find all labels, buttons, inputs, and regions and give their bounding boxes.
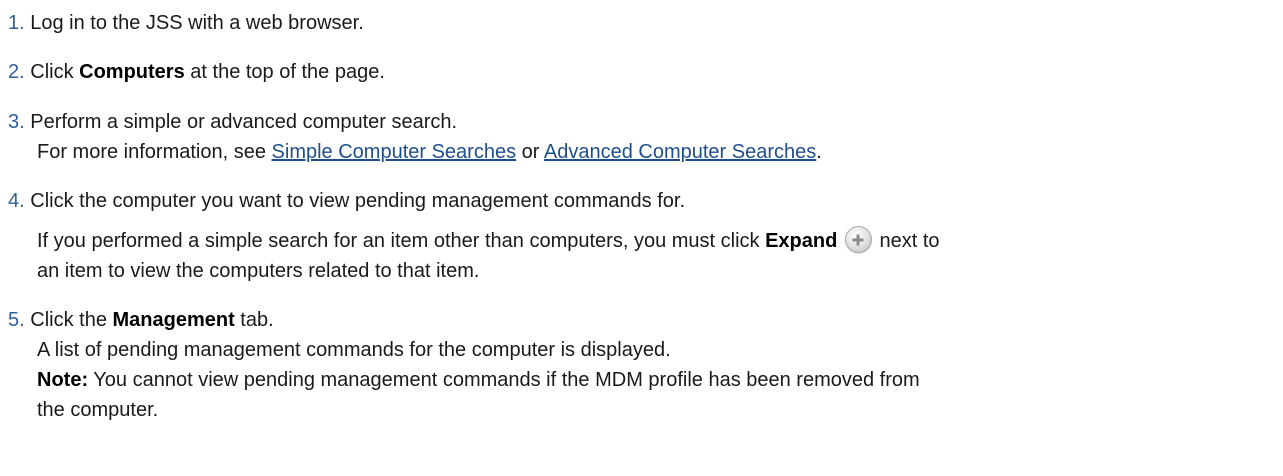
note-text: You cannot view pending management comma… <box>88 369 920 391</box>
step-4-detail: If you performed a simple search for an … <box>8 226 1273 286</box>
ui-term-expand: Expand <box>765 230 838 252</box>
link-simple-computer-searches[interactable]: Simple Computer Searches <box>272 141 517 163</box>
link-advanced-computer-searches[interactable]: Advanced Computer Searches <box>544 141 816 163</box>
step-text: Click the computer you want to view pend… <box>30 190 686 212</box>
detail-line2: an item to view the computers related to… <box>37 260 480 282</box>
step-text-pre: Click <box>30 61 80 83</box>
more-info-mid: or <box>516 141 544 163</box>
step-4: 4. Click the computer you want to view p… <box>8 186 1273 216</box>
step-text-post: tab. <box>234 309 274 331</box>
step-5: 5. Click the Management tab. A list of p… <box>8 305 1273 425</box>
ui-term-management: Management <box>112 309 235 331</box>
detail-post: next to <box>873 230 940 252</box>
step-1: 1. Log in to the JSS with a web browser. <box>8 8 1273 38</box>
step-text: Log in to the JSS with a web browser. <box>30 12 364 34</box>
step-text-post: at the top of the page. <box>184 61 385 83</box>
plus-icon <box>844 226 872 253</box>
step-number: 3. <box>8 111 25 133</box>
step-2: 2. Click Computers at the top of the pag… <box>8 57 1273 87</box>
procedure-steps: 1. Log in to the JSS with a web browser.… <box>0 0 1283 476</box>
step-text-pre: Click the <box>30 309 113 331</box>
note-label: Note: <box>37 369 89 391</box>
more-info-post: . <box>816 141 822 163</box>
more-info-pre: For more information, see <box>37 141 272 163</box>
note-line2: the computer. <box>37 399 159 421</box>
step-number: 5. <box>8 309 25 331</box>
step-3: 3. Perform a simple or advanced computer… <box>8 107 1273 167</box>
ui-term-computers: Computers <box>79 61 185 83</box>
step-result: A list of pending management commands fo… <box>37 339 671 361</box>
step-number: 1. <box>8 12 25 34</box>
note: Note: You cannot view pending management… <box>8 365 1273 395</box>
step-number: 2. <box>8 61 25 83</box>
step-text: Perform a simple or advanced computer se… <box>30 111 458 133</box>
step-number: 4. <box>8 190 25 212</box>
step-more-info: For more information, see Simple Compute… <box>8 137 1273 167</box>
detail-pre: If you performed a simple search for an … <box>37 230 766 252</box>
